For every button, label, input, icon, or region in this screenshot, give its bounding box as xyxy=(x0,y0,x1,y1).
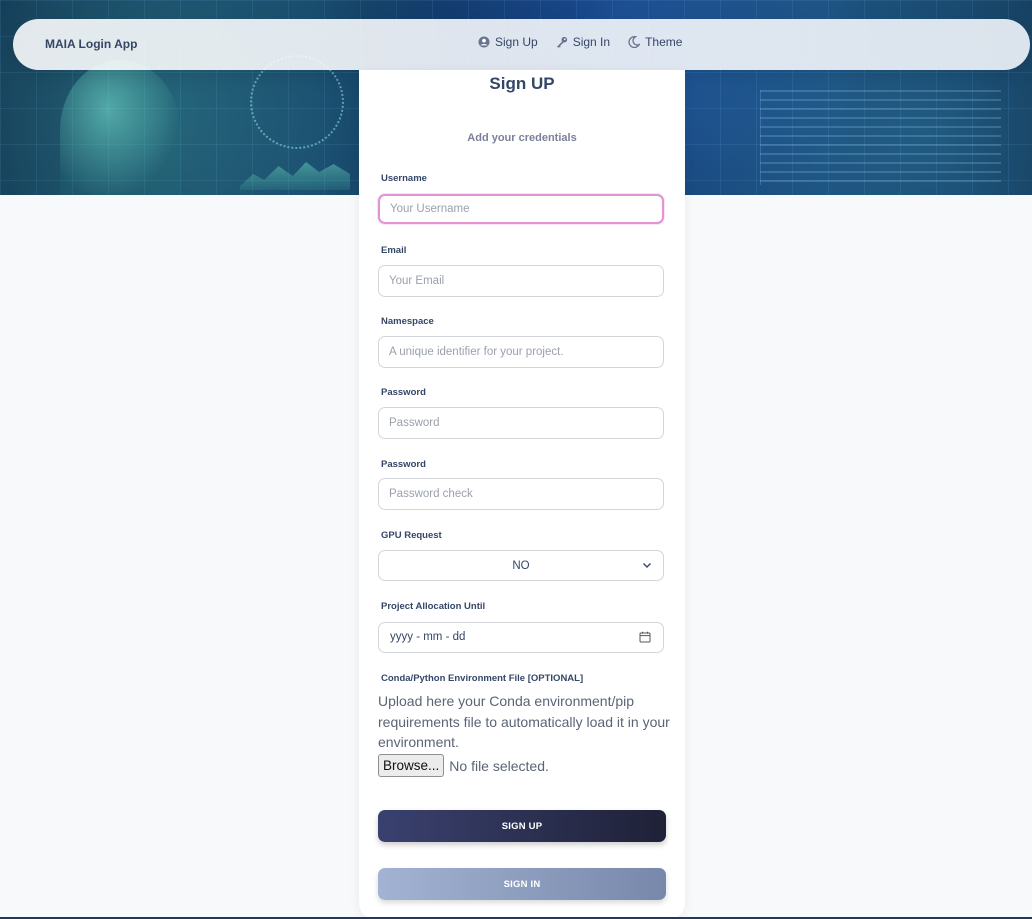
allocation-date-value: yyyy - mm - dd xyxy=(390,631,466,643)
password-input[interactable] xyxy=(378,407,664,439)
hero-anatomy-image xyxy=(60,60,180,195)
sign-in-button[interactable]: SIGN IN xyxy=(378,868,666,900)
moon-icon xyxy=(628,36,641,48)
navbar: MAIA Login App Sign Up Sign In Theme xyxy=(13,19,1030,70)
password-check-label: Password xyxy=(381,459,426,470)
password-check-input[interactable] xyxy=(378,478,664,510)
nav-links: Sign Up Sign In Theme xyxy=(478,35,682,49)
gpu-request-label: GPU Request xyxy=(381,530,442,541)
nav-sign-up-label: Sign Up xyxy=(495,35,538,49)
namespace-label: Namespace xyxy=(381,316,434,327)
file-status: No file selected. xyxy=(449,757,549,774)
nav-sign-in-label: Sign In xyxy=(572,35,611,49)
page-title: Sign UP xyxy=(489,74,555,93)
brand[interactable]: MAIA Login App xyxy=(45,37,137,51)
browse-button[interactable]: Browse... xyxy=(378,754,445,777)
hero-data-panel xyxy=(760,90,1001,185)
gpu-request-select[interactable]: NO xyxy=(378,550,664,581)
gpu-request-value: NO xyxy=(512,559,530,572)
allocation-date-input[interactable]: yyyy - mm - dd xyxy=(378,622,664,653)
sign-up-button[interactable]: SIGN UP xyxy=(378,810,666,842)
signup-card: Sign UP Add your credentials Username Em… xyxy=(359,70,685,919)
allocation-label: Project Allocation Until xyxy=(381,601,486,612)
nav-sign-in[interactable]: Sign In xyxy=(556,35,610,49)
user-circle-icon xyxy=(478,36,490,48)
email-input[interactable] xyxy=(378,265,664,297)
calendar-icon[interactable] xyxy=(639,631,651,643)
username-input[interactable] xyxy=(378,194,664,224)
nav-theme-label: Theme xyxy=(645,35,683,49)
nav-theme[interactable]: Theme xyxy=(628,35,682,49)
namespace-input[interactable] xyxy=(378,336,664,368)
username-label: Username xyxy=(381,173,427,184)
chevron-down-icon xyxy=(643,563,651,568)
env-file-help-text: Upload here your Conda environment/pip r… xyxy=(378,693,670,750)
file-input: Browse... No file selected. xyxy=(378,754,549,777)
page-subtitle: Add your credentials xyxy=(467,132,577,144)
password-label: Password xyxy=(381,387,426,398)
key-icon xyxy=(556,36,567,48)
env-file-label: Conda/Python Environment File [OPTIONAL] xyxy=(381,673,584,684)
email-label: Email xyxy=(381,245,407,256)
nav-sign-up[interactable]: Sign Up xyxy=(478,35,538,49)
